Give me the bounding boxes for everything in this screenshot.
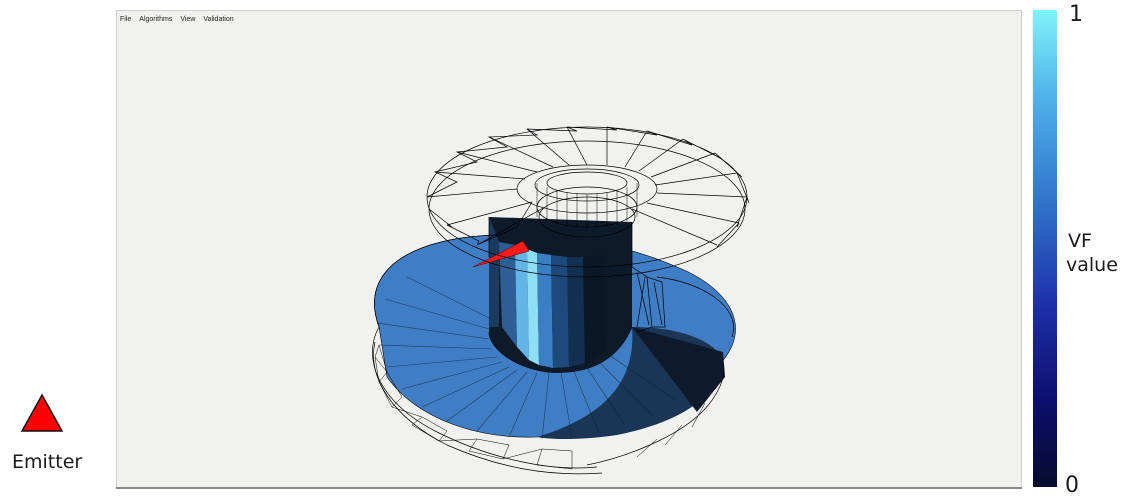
emitter-triangle-icon [20, 393, 64, 432]
menu-view[interactable]: View [180, 16, 195, 23]
menu-algorithms[interactable]: Algorithms [139, 16, 172, 23]
colorbar-title-line2: value [1066, 254, 1118, 276]
central-cylinder [489, 217, 632, 373]
app-window: File Algorithms View Validation [116, 10, 1022, 488]
menu-file[interactable]: File [120, 16, 131, 23]
menu-bar: File Algorithms View Validation [117, 11, 1021, 27]
colorbar-max-label: 1 [1069, 2, 1083, 27]
menu-validation[interactable]: Validation [203, 16, 233, 23]
window-bottom-border [116, 487, 1022, 489]
legend-emitter-label: Emitter [12, 451, 83, 473]
colorbar-gradient [1033, 10, 1057, 487]
colorbar-min-label: 0 [1065, 473, 1079, 498]
colorbar-title-line1: VF [1068, 230, 1092, 252]
3d-viewport[interactable] [117, 27, 1021, 487]
